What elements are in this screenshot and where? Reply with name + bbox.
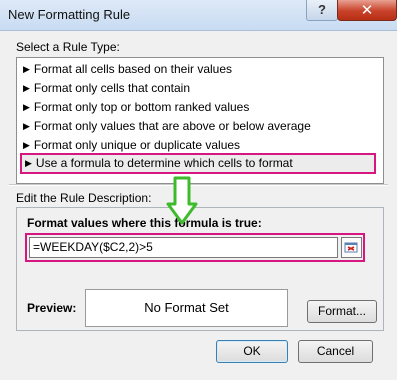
formula-input[interactable]: =WEEKDAY($C2,2)>5 — [29, 237, 338, 258]
formula-label: Format values where this formula is true… — [27, 216, 262, 230]
triangle-right-icon: ▶ — [23, 140, 30, 150]
help-icon: ? — [318, 2, 326, 17]
edit-description-label: Edit the Rule Description: — [16, 191, 152, 205]
rule-item-selected[interactable]: ▶ Use a formula to determine which cells … — [20, 153, 376, 174]
down-arrow-icon — [166, 176, 198, 225]
triangle-right-icon: ▶ — [23, 83, 30, 93]
collapse-dialog-icon — [344, 242, 358, 253]
rule-item[interactable]: ▶ Format all cells based on their values — [23, 60, 232, 79]
rule-item[interactable]: ▶ Format only top or bottom ranked values — [23, 98, 249, 117]
rule-type-list[interactable]: ▶ Format all cells based on their values … — [16, 57, 384, 184]
collapse-dialog-button[interactable] — [341, 237, 362, 258]
triangle-right-icon: ▶ — [23, 121, 30, 131]
close-icon: ✕ — [360, 2, 374, 19]
title-bar: New Formatting Rule ? ✕ — [0, 0, 397, 31]
cancel-button[interactable]: Cancel — [298, 340, 373, 363]
triangle-right-icon: ▶ — [23, 64, 30, 74]
divider — [9, 184, 388, 186]
formula-highlight: =WEEKDAY($C2,2)>5 — [25, 233, 365, 262]
help-button[interactable]: ? — [306, 0, 338, 21]
rule-description-panel: Format values where this formula is true… — [16, 207, 384, 331]
triangle-right-icon: ▶ — [23, 102, 30, 112]
preview-box: No Format Set — [85, 289, 288, 327]
window-title: New Formatting Rule — [8, 7, 131, 22]
preview-label: Preview: — [27, 301, 77, 315]
format-button[interactable]: Format... — [307, 300, 377, 323]
rule-item[interactable]: ▶ Format only values that are above or be… — [23, 117, 311, 136]
close-button[interactable]: ✕ — [337, 0, 397, 21]
ok-button[interactable]: OK — [216, 340, 288, 363]
rule-type-label: Select a Rule Type: — [16, 40, 120, 54]
triangle-right-icon: ▶ — [25, 158, 32, 168]
rule-item[interactable]: ▶ Format only cells that contain — [23, 79, 190, 98]
